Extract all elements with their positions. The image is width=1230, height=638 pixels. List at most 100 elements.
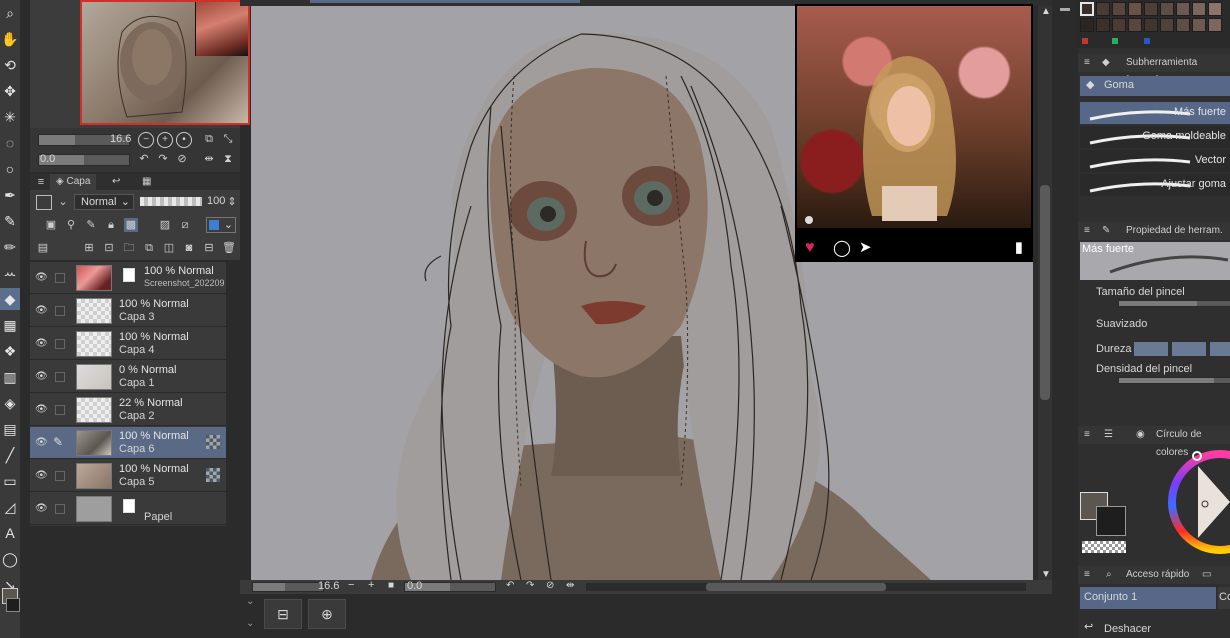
color-swatch[interactable] [1128,2,1142,16]
color-swatch[interactable] [1176,2,1190,16]
heart-icon[interactable]: ♥ [805,239,815,257]
new-vector-layer-icon[interactable]: ⊡ [102,241,116,255]
layer-row[interactable]: 👁︎ ✎ 100 % Normal Capa 6 [30,427,226,459]
layer-color-toggle[interactable]: ⌄ [206,217,236,233]
opacity-slider[interactable] [140,197,202,206]
color-wheel[interactable] [1168,446,1230,556]
color-swatch[interactable] [1096,2,1110,16]
panel-menu-icon[interactable]: ≡ [1084,566,1090,584]
quick-access-set-tab[interactable]: Conjunto 1 [1080,587,1216,609]
color-swatch[interactable] [1144,2,1158,16]
visibility-eye-icon[interactable]: 👁︎ [35,272,48,284]
color-swatch[interactable] [1112,18,1126,32]
lock-transparency-icon[interactable]: ▩ [124,218,138,232]
visibility-eye-icon[interactable]: 👁︎ [35,338,48,350]
eyedropper-icon[interactable]: ✒ [0,184,20,206]
color-swatch[interactable] [1080,18,1094,32]
panel-menu-icon[interactable]: ≡ [1084,222,1090,240]
ellipse-select-icon[interactable]: ○ [0,158,20,180]
zoom-in-icon[interactable]: + [368,579,374,591]
collapse-icon[interactable]: ⌄ [246,596,254,607]
color-wheel-tab-icon[interactable]: ◉ [1136,426,1145,444]
zoom-icon[interactable]: ⌕ [0,2,20,24]
layer-search-icon[interactable]: ▤ [36,241,50,255]
layer-row[interactable]: 👁︎ 0 % Normal Capa 1 [30,361,226,393]
rotate-icon[interactable]: ⟲ [0,54,20,76]
new-raster-layer-icon[interactable]: ⊞ [82,241,96,255]
line-icon[interactable]: ╱ [0,444,20,466]
sub-color-swatch[interactable] [1096,506,1126,536]
color-swatch[interactable] [1096,18,1110,32]
draft-layer-icon[interactable]: ✎ [84,218,98,232]
fill-icon[interactable]: ◈ [0,392,20,414]
layer-row[interactable]: 👁︎ 100 % Normal Screenshot_2022090 [30,262,226,294]
hardness-level-1[interactable] [1134,342,1168,356]
layer-lock-toggle[interactable] [55,372,65,382]
hand-icon[interactable]: ✋ [0,28,20,50]
flip-vertical-icon[interactable]: ⧗ [221,152,235,166]
brush-item[interactable]: Vector [1080,150,1230,172]
transfer-down-icon[interactable]: ⧉ [142,241,156,255]
transparent-color-swatch[interactable] [1082,541,1126,553]
eraser-icon[interactable]: ◆ [0,288,20,310]
panel-menu-icon[interactable]: ≡ [34,175,48,189]
layer-lock-toggle[interactable] [55,471,65,481]
tab-history[interactable]: ↩ [106,174,126,190]
color-swatch[interactable] [1080,2,1094,16]
visibility-eye-icon[interactable]: 👁︎ [35,371,48,383]
actual-size-icon[interactable]: ⤡ [221,132,235,146]
color-swatch[interactable] [1128,18,1142,32]
visibility-eye-icon[interactable]: 👁︎ [35,470,48,482]
canvas-zoom-slider[interactable] [252,582,324,592]
minimize-icon[interactable]: ▬ [1060,3,1070,14]
reference-layer-icon[interactable]: ⚲ [64,218,78,232]
mask-icon[interactable]: ▨ [158,218,172,232]
brush-item[interactable]: Ajustar goma [1080,174,1230,196]
scroll-up-icon[interactable]: ▲ [1041,6,1051,17]
blend-mode-select[interactable]: Normal ⌄ [74,194,134,210]
brush-density-slider[interactable] [1118,377,1230,384]
layer-lock-toggle[interactable] [55,306,65,316]
panel-menu-icon[interactable]: ≡ [1084,426,1090,444]
color-swatch[interactable] [1160,18,1174,32]
reset-rotate-icon[interactable]: ⊘ [546,580,554,591]
color-swatch[interactable] [1112,2,1126,16]
scroll-down-icon[interactable]: ▼ [1041,569,1051,580]
layer-row[interactable]: 👁︎ Papel [30,493,226,525]
layer-lock-toggle[interactable] [55,273,65,283]
new-folder-icon[interactable]: 🗀︎ [122,241,136,255]
bookmark-icon[interactable]: ▮ [1015,238,1023,256]
airbrush-icon[interactable]: ▥ [0,366,20,388]
quick-access-set-tab-2[interactable]: Co [1218,587,1230,609]
pen-icon[interactable]: ✎ [0,210,20,232]
layer-lock-toggle[interactable] [55,504,65,514]
ruler-toggle-icon[interactable]: ⧄ [178,218,192,232]
flip-horizontal-icon[interactable]: ⇹ [202,152,216,166]
layer-lock-toggle[interactable] [55,339,65,349]
lock-icon[interactable]: 🔒︎ [104,218,118,232]
vertical-scrollbar-thumb[interactable] [1040,185,1050,400]
layer-row[interactable]: 👁︎ 100 % Normal Capa 5 [30,460,226,492]
fit-window-icon[interactable]: ⧉ [202,132,216,146]
chevron-down-icon[interactable]: ⌄ [56,195,70,209]
merge-down-icon[interactable]: ◫ [162,241,176,255]
reference-window[interactable]: ♥ ◯ ➤ ▮ [795,4,1033,262]
subtool-group-goma[interactable]: ◆ Goma [1080,76,1230,96]
rotate-right-icon[interactable]: ↷ [156,152,170,166]
tab-layer[interactable]: ◈ Capa [50,174,97,190]
hardness-level-3[interactable] [1210,342,1230,356]
canvas-horizontal-scrollbar[interactable] [586,583,1026,591]
fit-icon[interactable]: • [176,132,192,148]
navigator-preview[interactable] [80,0,250,125]
balloon-icon[interactable]: ◯ [0,548,20,570]
lasso-icon[interactable]: ◌ [0,132,20,154]
timeline-button[interactable]: ⊟ [264,599,302,629]
blend-icon[interactable]: ▦ [0,314,20,336]
flip-icon[interactable]: ⇹ [566,580,574,591]
brush-item[interactable]: Más fuerte [1080,102,1230,124]
visibility-eye-icon[interactable]: 👁︎ [35,305,48,317]
trash-icon[interactable]: 🗑︎ [222,241,236,255]
ruler-icon[interactable]: ◿ [0,496,20,518]
text-icon[interactable]: A [0,522,20,544]
pencil-icon[interactable]: ✏ [0,236,20,258]
